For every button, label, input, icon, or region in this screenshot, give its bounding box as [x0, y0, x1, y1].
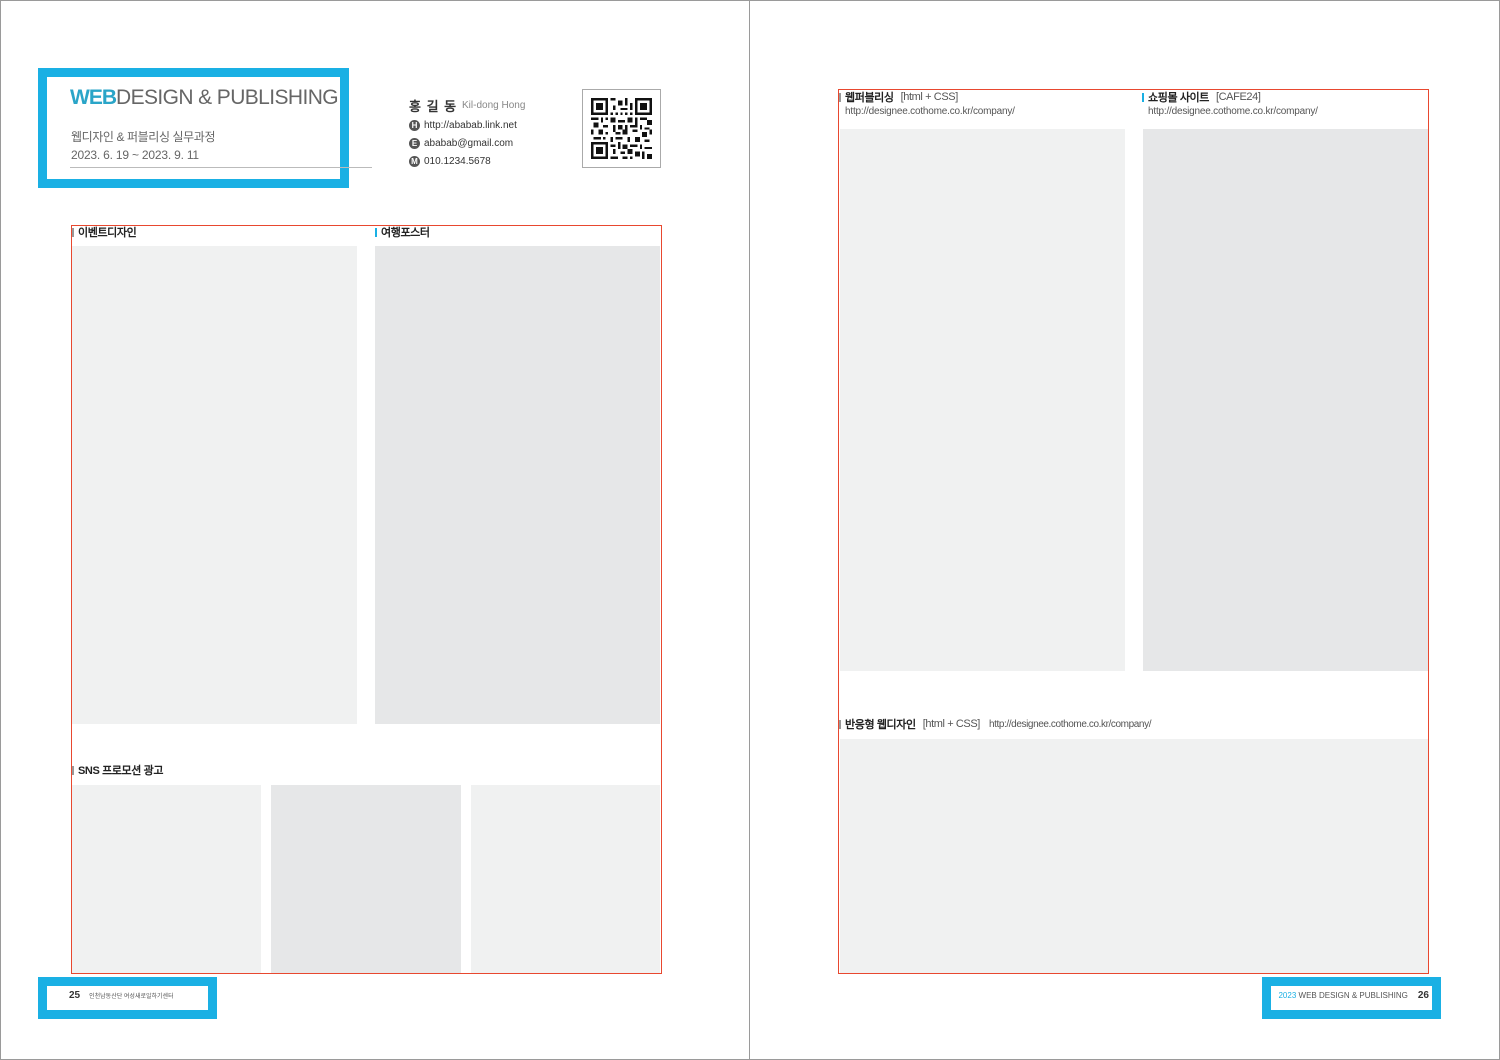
section-title: 쇼핑몰 사이트	[1148, 92, 1209, 104]
responsive-web-url-link[interactable]: http://designee.cothome.co.kr/company/	[989, 719, 1152, 730]
contact-mobile-value: 010.1234.5678	[424, 156, 491, 167]
event-design-image-placeholder[interactable]	[72, 246, 357, 724]
page-title: WEBDESIGN & PUBLISHING	[70, 86, 339, 110]
section-label-sns-promotion: SNS 프로모션 광고	[72, 762, 163, 778]
section-marker-icon	[1142, 92, 1144, 102]
contact-email-value: ababab@gmail.com	[424, 138, 514, 149]
contact-mobile: M 010.1234.5678	[409, 156, 491, 167]
section-marker-icon	[375, 227, 377, 237]
section-label-shopping-mall: 쇼핑몰 사이트 [CAFE24]	[1142, 89, 1261, 105]
qr-code-frame[interactable]	[582, 89, 661, 168]
profile-name-en: Kil-dong Hong	[462, 100, 526, 111]
section-label-event-design: 이벤트디자인	[72, 224, 137, 240]
title-accent: WEB	[70, 86, 117, 109]
course-period: 2023. 6. 19 ~ 2023. 9. 11	[71, 148, 199, 162]
header-divider	[70, 167, 372, 168]
section-label-travel-poster: 여행포스터	[375, 224, 430, 240]
shopping-mall-image-placeholder[interactable]	[1143, 129, 1428, 671]
footer-organization: 인천남동산단 여성새로일하기센터	[89, 994, 174, 1000]
section-marker-icon	[839, 92, 841, 102]
qr-code-icon	[591, 98, 652, 159]
page-number: 25	[69, 990, 81, 1001]
page-spine	[749, 0, 750, 1060]
contact-homepage-value: http://ababab.link.net	[424, 120, 517, 131]
shopping-mall-url-link[interactable]: http://designee.cothome.co.kr/company/	[1148, 106, 1318, 117]
web-publishing-image-placeholder[interactable]	[840, 129, 1125, 671]
section-title: SNS 프로모션 광고	[78, 765, 164, 777]
footer-title: WEB DESIGN & PUBLISHING	[1298, 991, 1408, 1000]
section-tag: [html + CSS]	[922, 718, 981, 730]
sns-ad-image-placeholder-3[interactable]	[471, 785, 660, 973]
page-number: 26	[1417, 990, 1429, 1001]
title-rest: DESIGN & PUBLISHING	[116, 86, 339, 109]
section-tag: [html + CSS]	[900, 91, 959, 103]
section-marker-icon	[72, 227, 74, 237]
contact-homepage[interactable]: H http://ababab.link.net	[409, 120, 517, 131]
section-marker-icon	[72, 765, 74, 775]
right-page-footer: 2023 WEB DESIGN & PUBLISHING 26	[1278, 990, 1429, 1001]
section-title: 웹퍼블리싱	[845, 92, 894, 104]
email-badge-icon: E	[409, 138, 420, 149]
contact-email[interactable]: E ababab@gmail.com	[409, 138, 513, 149]
homepage-badge-icon: H	[409, 120, 420, 131]
course-subtitle: 웹디자인 & 퍼블리싱 실무과정	[71, 130, 216, 144]
section-tag: [CAFE24]	[1215, 91, 1261, 103]
section-label-responsive-web: 반응형 웹디자인 [html + CSS] http://designee.co…	[839, 716, 1151, 732]
mobile-badge-icon: M	[409, 156, 420, 167]
travel-poster-image-placeholder[interactable]	[375, 246, 660, 724]
section-title: 반응형 웹디자인	[845, 719, 916, 731]
section-title: 이벤트디자인	[78, 227, 137, 239]
left-page-footer: 25 인천남동산단 여성새로일하기센터	[69, 990, 174, 1001]
sns-ad-image-placeholder-1[interactable]	[72, 785, 261, 973]
web-publishing-url-link[interactable]: http://designee.cothome.co.kr/company/	[845, 106, 1015, 117]
responsive-web-image-placeholder[interactable]	[840, 739, 1428, 973]
sns-ad-image-placeholder-2[interactable]	[271, 785, 461, 973]
section-label-web-publishing: 웹퍼블리싱 [html + CSS]	[839, 89, 958, 105]
section-marker-icon	[839, 719, 841, 729]
section-title: 여행포스터	[381, 227, 430, 239]
profile-name: 홍 길 동	[409, 99, 458, 114]
footer-year: 2023	[1278, 991, 1297, 1000]
